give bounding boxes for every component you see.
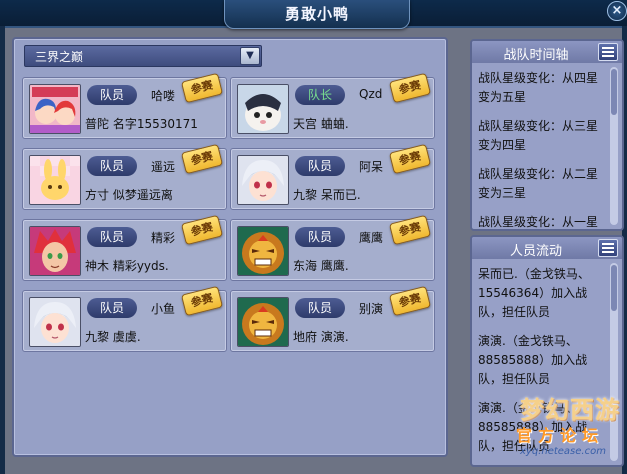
role-badge: 队员 (87, 156, 137, 176)
avatar (29, 84, 81, 134)
member-info: 九黎 虞虞. (85, 330, 141, 344)
role-badge: 队员 (295, 298, 345, 318)
server-dropdown[interactable]: 三界之巅 ▼ (24, 45, 262, 67)
participation-stamp: 参赛 (388, 285, 432, 317)
member-card[interactable]: 队员 阿呆 九黎 呆而已. 参赛 (230, 143, 435, 210)
member-info: 普陀 名字15530171 (85, 117, 198, 131)
role-badge: 队员 (87, 85, 137, 105)
flow-entry: 呆而已.（金戈铁马、15546364）加入战队，担任队员 (478, 267, 590, 319)
avatar-redhair-icon (30, 227, 80, 275)
participation-stamp: 参赛 (388, 72, 432, 104)
avatar-silver-icon (30, 298, 80, 346)
avatar-girls-icon (30, 85, 80, 133)
role-badge: 队员 (295, 227, 345, 247)
team-members-panel: 三界之巅 ▼ 队员 哈喽 普陀 名字15530171 参赛 队长 Qzd 天宫 … (12, 37, 448, 457)
member-name: 鹰鹰 (359, 231, 384, 245)
member-info: 东海 鹰鹰. (293, 259, 349, 273)
participation-stamp: 参赛 (388, 214, 432, 246)
member-card[interactable]: 队员 遥远 方寸 似梦遥远离 参赛 (22, 143, 227, 210)
member-name: 阿呆 (359, 160, 384, 174)
timeline-entry: 战队星级变化：从一星变为二星 (478, 215, 599, 229)
dropdown-selected: 三界之巅 (35, 50, 84, 64)
close-button[interactable]: × (607, 1, 627, 21)
member-card[interactable]: 队员 精彩 神木 精彩yyds. 参赛 (22, 214, 227, 281)
member-card[interactable]: 队员 哈喽 普陀 名字15530171 参赛 (22, 72, 227, 139)
member-info: 地府 演演. (293, 330, 349, 344)
timeline-entry: 战队星级变化：从三星变为四星 (478, 119, 599, 152)
member-card[interactable]: 队长 Qzd 天宫 蛐蛐. 参赛 (230, 72, 435, 139)
member-name: 精彩 (151, 231, 176, 245)
member-card[interactable]: 队员 鹰鹰 东海 鹰鹰. 参赛 (230, 214, 435, 281)
participation-stamp: 参赛 (180, 143, 224, 175)
participation-stamp: 参赛 (180, 72, 224, 104)
timeline-entry: 战队星级变化：从四星变为五星 (478, 71, 599, 104)
avatar-silver-icon (238, 156, 288, 204)
frame-left (0, 26, 5, 474)
avatar-rabbit-icon (30, 156, 80, 204)
close-icon: × (611, 3, 623, 18)
watermark-line1: 梦幻西游 (520, 396, 620, 424)
scroll-thumb[interactable] (611, 265, 617, 311)
member-name: 小鱼 (151, 302, 176, 316)
timeline-scrollbar[interactable] (610, 67, 618, 225)
member-card[interactable]: 队员 别演 地府 演演. 参赛 (230, 285, 435, 352)
participation-stamp: 参赛 (180, 285, 224, 317)
member-name: 哈喽 (151, 89, 176, 103)
title-plate: 勇敢小鸭 (224, 0, 410, 29)
timeline-entry: 战队星级变化：从二星变为三星 (478, 167, 599, 200)
chevron-down-icon[interactable]: ▼ (240, 47, 260, 65)
avatar (237, 84, 289, 134)
member-name: Qzd (359, 87, 383, 101)
avatar (237, 226, 289, 276)
menu-icon[interactable] (598, 239, 618, 257)
timeline-title: 战队时间轴 (503, 48, 569, 63)
flow-title: 人员流动 (509, 244, 562, 259)
member-info: 神木 精彩yyds. (85, 259, 169, 273)
member-info: 九黎 呆而已. (293, 188, 361, 202)
avatar (29, 226, 81, 276)
watermark-url: xyq.netease.com (520, 446, 606, 457)
avatar-cat-icon (238, 85, 288, 133)
role-badge-leader: 队长 (295, 85, 345, 105)
avatar (237, 155, 289, 205)
flow-entry: 演演.（金戈铁马、88585888）加入战队，担任队员 (478, 334, 588, 386)
forum-watermark-logo: 梦幻西游 官方论坛 xyq.netease.com (480, 388, 620, 468)
role-badge: 队员 (87, 227, 137, 247)
avatar (29, 297, 81, 347)
member-card[interactable]: 队员 小鱼 九黎 虞虞. 参赛 (22, 285, 227, 352)
avatar (29, 155, 81, 205)
member-info: 天宫 蛐蛐. (293, 117, 349, 131)
member-name: 别演 (359, 302, 384, 316)
participation-stamp: 参赛 (388, 143, 432, 175)
timeline-header: 战队时间轴 (472, 41, 622, 63)
participation-stamp: 参赛 (180, 214, 224, 246)
avatar (237, 297, 289, 347)
avatar-lion-icon (238, 227, 288, 275)
role-badge: 队员 (87, 298, 137, 318)
watermark-line2: 官方论坛 (516, 426, 605, 445)
scroll-thumb[interactable] (611, 69, 617, 115)
member-name: 遥远 (151, 160, 176, 174)
role-badge: 队员 (295, 156, 345, 176)
menu-icon[interactable] (598, 43, 618, 61)
timeline-list: 战队星级变化：从四星变为五星 战队星级变化：从三星变为四星 战队星级变化：从二星… (472, 65, 608, 229)
member-info: 方寸 似梦遥远离 (85, 188, 173, 202)
flow-header: 人员流动 (472, 237, 622, 259)
team-timeline-panel: 战队时间轴 战队星级变化：从四星变为五星 战队星级变化：从三星变为四星 战队星级… (470, 39, 624, 231)
avatar-lion-icon (238, 298, 288, 346)
window-title: 勇敢小鸭 (284, 5, 349, 23)
